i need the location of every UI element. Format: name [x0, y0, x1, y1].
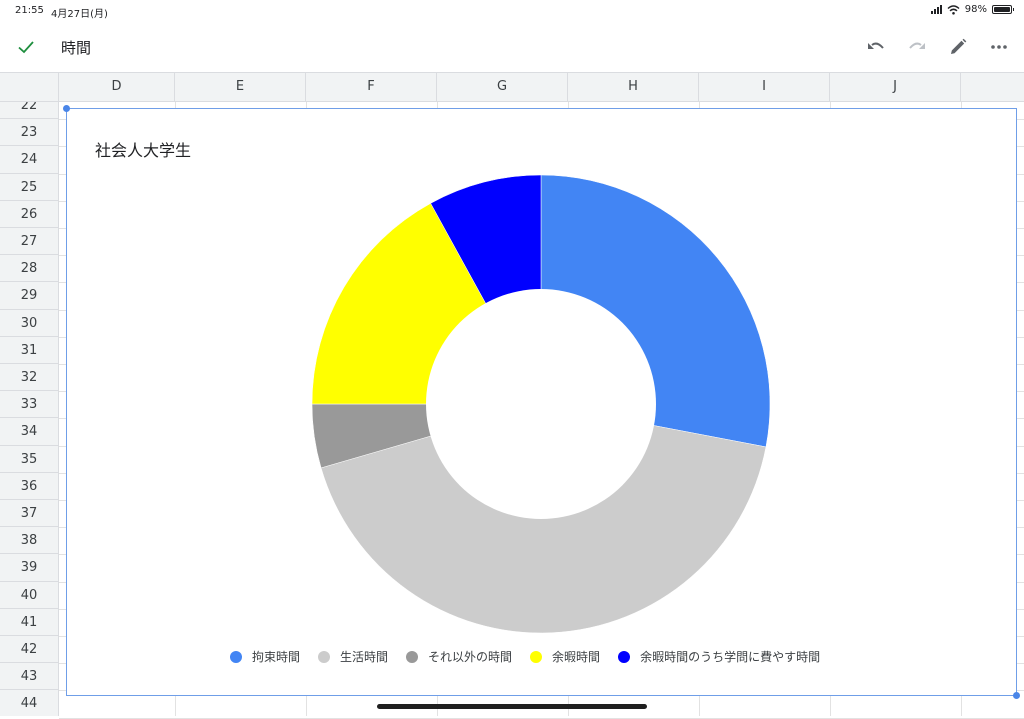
legend-swatch [230, 650, 242, 663]
legend-label: 生活時間 [340, 650, 389, 664]
donut-hole [426, 289, 656, 519]
legend-swatch [618, 650, 631, 663]
grid-row-line [59, 717, 1024, 719]
chart-legend: 拘束時間 生活時間 それ以外の時間 余暇時間 余暇時間のうち学問に費やす時間 [230, 648, 838, 665]
legend-label: 余暇時間 [552, 650, 601, 664]
legend-swatch [406, 650, 419, 663]
legend-item: 余暇時間のうち学問に費やす時間 [618, 648, 820, 665]
donut-chart [311, 174, 771, 634]
legend-item: 拘束時間 [230, 648, 300, 665]
legend-label: 余暇時間のうち学問に費やす時間 [640, 650, 821, 664]
legend-swatch [530, 650, 543, 663]
legend-item: それ以外の時間 [406, 648, 512, 665]
legend-item: 生活時間 [318, 648, 388, 665]
legend-label: それ以外の時間 [428, 650, 513, 664]
legend-item: 余暇時間 [530, 648, 600, 665]
home-indicator[interactable] [377, 704, 647, 709]
legend-label: 拘束時間 [252, 650, 301, 664]
legend-swatch [318, 650, 331, 663]
